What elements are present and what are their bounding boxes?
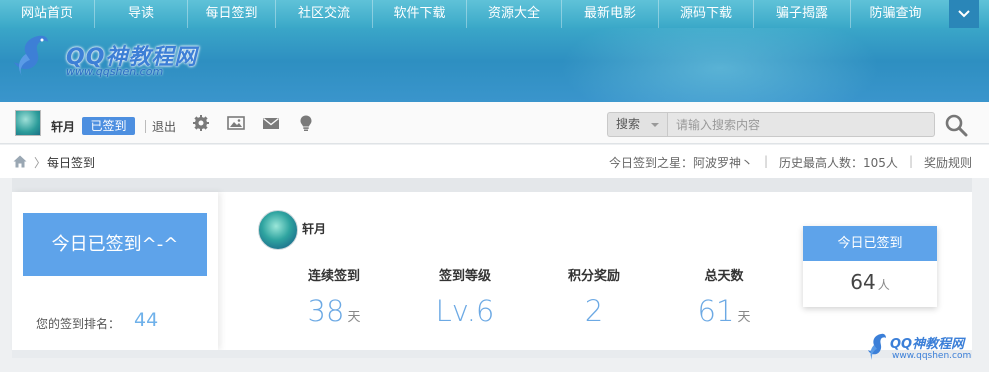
stat-points: 积分奖励 2 — [544, 265, 644, 328]
nav-item-scam-check[interactable]: 防骗查询 — [851, 0, 940, 28]
divider: | — [908, 154, 913, 168]
today-count: 64 — [850, 270, 876, 294]
nav-item-community[interactable]: 社区交流 — [276, 0, 373, 28]
site-logo[interactable]: QQ神教程网 www.qqshen.com — [8, 32, 208, 82]
stat-label: 积分奖励 — [567, 269, 620, 284]
signed-badge[interactable]: 已签到 — [82, 117, 135, 135]
panel-bottom-strip — [12, 350, 972, 358]
signin-meta: 今日签到之星：阿波罗神丶 | 历史最高人数：105人 | 奖励规则 — [609, 154, 972, 171]
logout-link[interactable]: 退出 — [152, 118, 176, 135]
today-unit: 人 — [877, 278, 890, 292]
breadcrumb-separator: 〉 — [34, 156, 47, 170]
gear-icon[interactable] — [192, 114, 210, 132]
rank-label: 您的签到排名： — [36, 317, 121, 331]
user-avatar[interactable] — [15, 110, 41, 136]
user-bar: 轩月 已签到 退出 搜索 — [0, 102, 989, 144]
search-type-label: 搜索 — [616, 117, 641, 131]
logo-url: www.qqshen.com — [66, 65, 164, 78]
nav-expand-button[interactable] — [949, 0, 979, 28]
history-max: 历史最高人数：105人 — [779, 156, 898, 170]
stat-value: 38 — [307, 294, 345, 328]
nav-item-resources[interactable]: 资源大全 — [467, 0, 562, 28]
breadcrumb-current: 每日签到 — [47, 156, 96, 170]
search-input[interactable] — [667, 112, 935, 137]
stat-level: 签到等级 Lv.6 — [415, 265, 515, 328]
nav-item-movies[interactable]: 最新电影 — [562, 0, 659, 28]
stat-label: 总天数 — [704, 269, 744, 284]
user-avatar-round[interactable] — [258, 210, 298, 250]
stat-value: 2 — [584, 294, 604, 328]
signin-panel: 今日已签到^-^ 您的签到排名： 44 轩月 连续签到 38 天 签到等级 Lv.… — [12, 192, 972, 350]
signin-sidebar: 今日已签到^-^ 您的签到排名： 44 — [12, 192, 218, 350]
divider — [145, 120, 146, 133]
stat-total-days: 总天数 61 天 — [674, 265, 774, 328]
dragon-logo-icon — [14, 35, 48, 76]
search-icon[interactable] — [943, 112, 969, 138]
chevron-down-icon — [958, 10, 970, 18]
stat-unit: 天 — [737, 310, 751, 325]
stat-value: Lv.6 — [435, 294, 495, 328]
lightbulb-icon[interactable] — [297, 114, 315, 132]
username[interactable]: 轩月 — [51, 118, 75, 135]
stat-consecutive: 连续签到 38 天 — [284, 265, 384, 328]
stat-value: 61 — [697, 294, 735, 328]
rank-value: 44 — [134, 309, 159, 331]
watermark-url: www.qqshen.com — [892, 351, 972, 361]
signin-status-button[interactable]: 今日已签到^-^ — [23, 213, 207, 276]
image-icon[interactable] — [227, 114, 245, 132]
breadcrumb: 〉 每日签到 今日签到之星：阿波罗神丶 | 历史最高人数：105人 | 奖励规则 — [0, 145, 989, 178]
dragon-watermark-icon — [868, 333, 886, 360]
today-label: 今日已签到 — [803, 226, 937, 261]
nav-item-scam-expose[interactable]: 骗子揭露 — [754, 0, 851, 28]
watermark-title: QQ神教程网 — [890, 337, 965, 352]
nav-item-software[interactable]: 软件下载 — [373, 0, 467, 28]
divider: | — [763, 154, 769, 168]
watermark: QQ神教程网 www.qqshen.com — [866, 330, 986, 370]
mail-icon[interactable] — [262, 114, 280, 132]
caret-down-icon — [651, 123, 659, 127]
panel-top-strip — [12, 178, 972, 192]
site-banner: QQ神教程网 www.qqshen.com — [0, 28, 989, 102]
reward-rules-link[interactable]: 奖励规则 — [924, 154, 972, 171]
stat-username: 轩月 — [302, 222, 327, 236]
nav-item-daily-signin[interactable]: 每日签到 — [188, 0, 276, 28]
star-of-day[interactable]: 今日签到之星：阿波罗神丶 — [609, 154, 753, 171]
top-nav: 网站首页 导读 每日签到 社区交流 软件下载 资源大全 最新电影 源码下载 骗子… — [0, 0, 989, 28]
stat-label: 签到等级 — [438, 269, 491, 284]
nav-item-guide[interactable]: 导读 — [95, 0, 188, 28]
stat-label: 连续签到 — [307, 269, 360, 284]
home-icon[interactable] — [13, 155, 27, 168]
stat-unit: 天 — [347, 310, 361, 325]
nav-item-home[interactable]: 网站首页 — [0, 0, 95, 28]
search-type-select[interactable]: 搜索 — [607, 112, 667, 137]
nav-item-source-code[interactable]: 源码下载 — [659, 0, 754, 28]
today-count-card: 今日已签到 64 人 — [803, 226, 937, 307]
